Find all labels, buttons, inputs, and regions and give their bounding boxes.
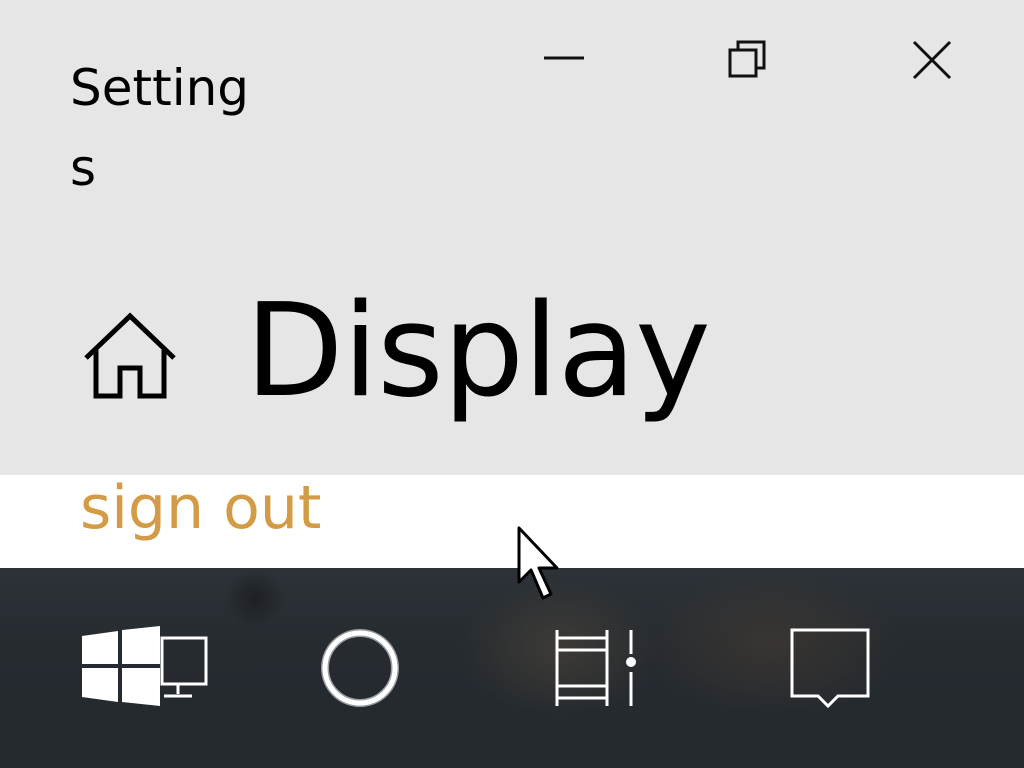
task-view-button[interactable] [540, 618, 660, 718]
wallpaper-blur [225, 568, 285, 628]
close-icon [912, 40, 952, 80]
content-area: sign out [0, 475, 1024, 568]
minimize-button[interactable] [519, 20, 609, 100]
screen: Settings Display sign out [0, 0, 1024, 768]
page-title: Display [245, 277, 711, 426]
app-title: Settings [70, 59, 250, 197]
action-center-icon [790, 628, 870, 709]
restore-button[interactable] [703, 20, 793, 100]
start-continuum-icon [82, 626, 208, 706]
taskbar [0, 568, 1024, 768]
cortana-button[interactable] [300, 618, 420, 718]
home-icon [84, 312, 176, 399]
restore-icon [728, 40, 766, 78]
close-button[interactable] [887, 20, 977, 100]
sign-out-link[interactable]: sign out [80, 475, 321, 541]
task-view-icon [555, 630, 636, 706]
home-button[interactable] [82, 310, 178, 402]
cortana-icon [321, 629, 399, 707]
settings-header: Settings Display [0, 0, 1024, 475]
start-button[interactable] [70, 618, 220, 718]
minimize-icon [544, 56, 584, 60]
action-center-button[interactable] [770, 618, 890, 718]
